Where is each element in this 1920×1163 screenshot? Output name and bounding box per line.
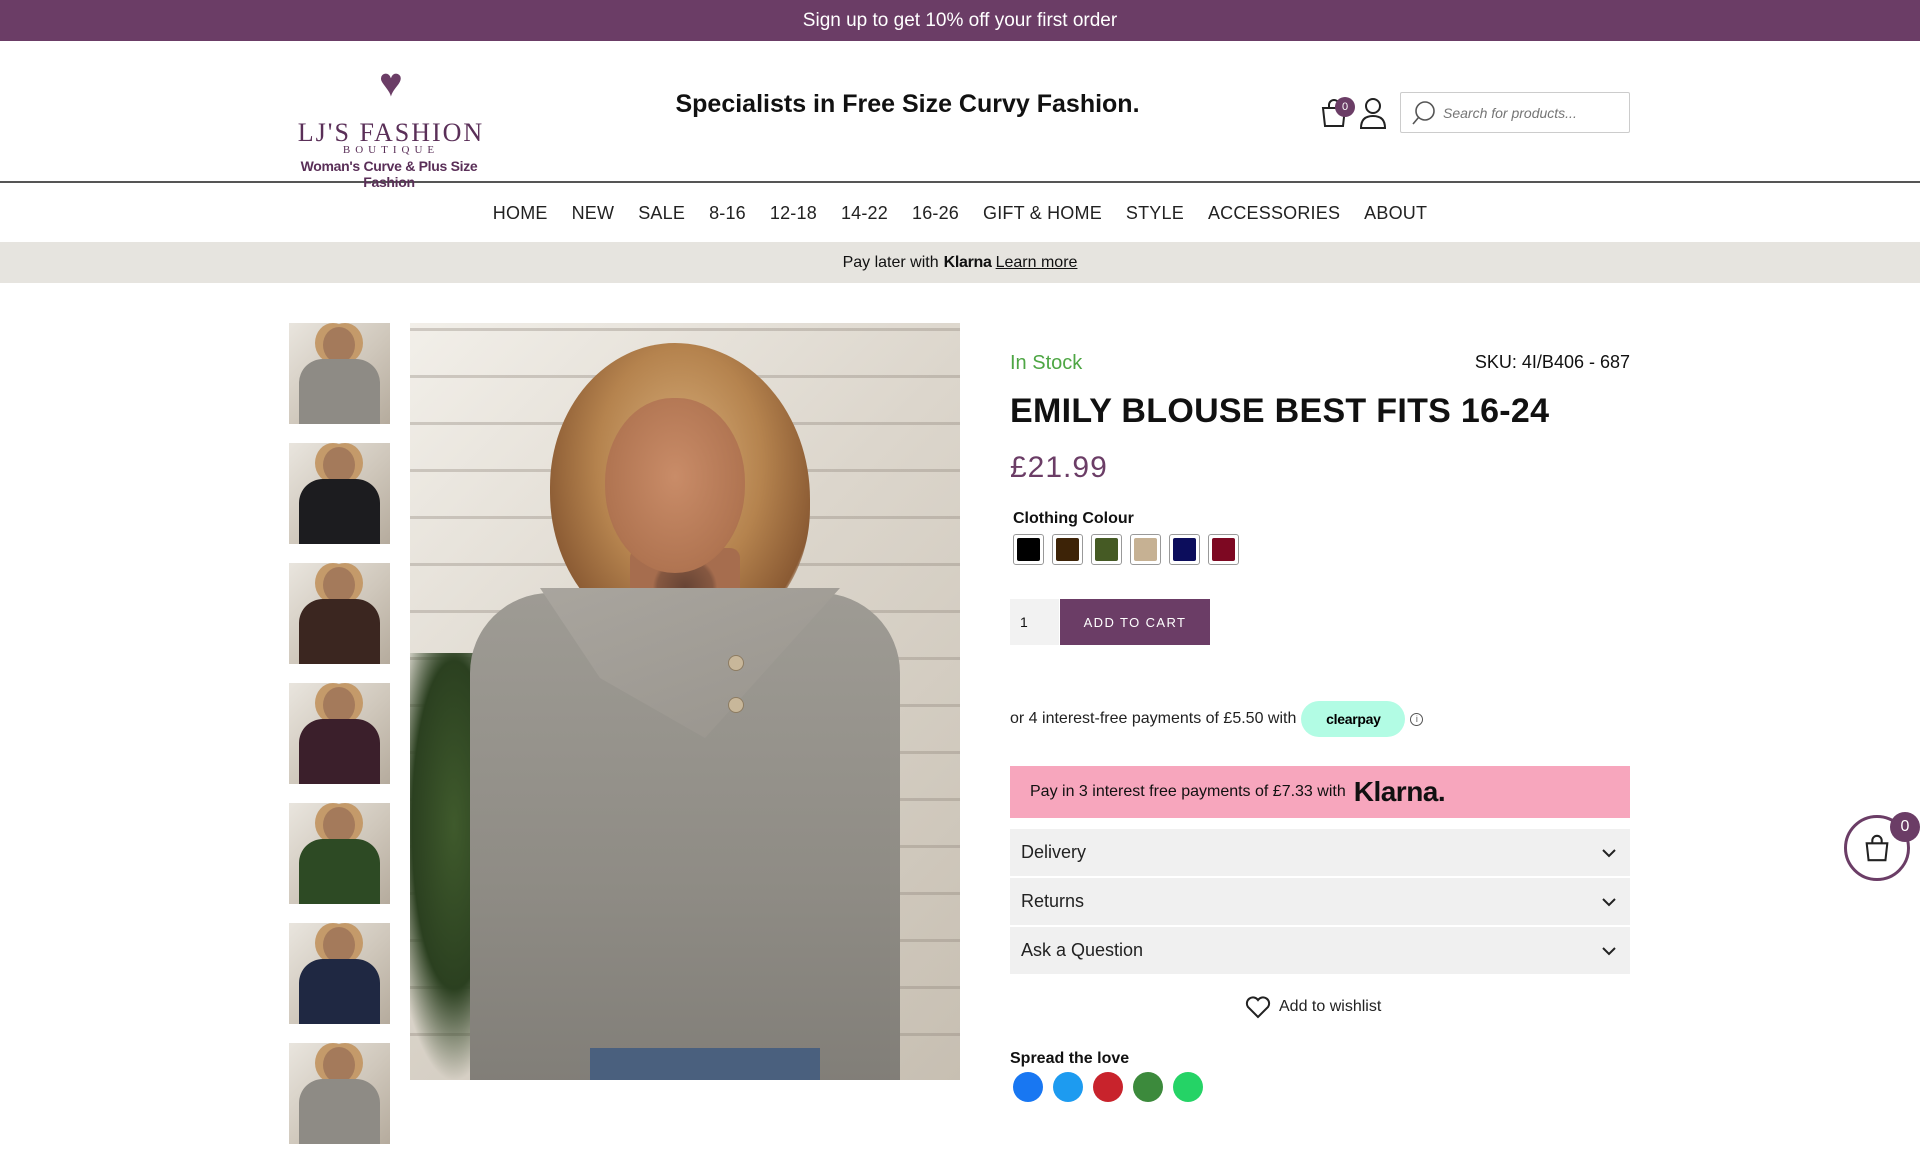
nav-item-12-18[interactable]: 12-18 — [758, 203, 829, 224]
product-thumbnail[interactable] — [289, 803, 390, 904]
logo-sub-text: BOUTIQUE — [342, 144, 440, 156]
share-buttons — [1013, 1072, 1203, 1102]
twitter-icon[interactable] — [1053, 1072, 1083, 1102]
quantity-input[interactable] — [1010, 599, 1059, 645]
accordion-ask-question[interactable]: Ask a Question — [1010, 927, 1630, 974]
search-input[interactable] — [1443, 104, 1623, 121]
klarna-learn-more-link[interactable]: Learn more — [996, 254, 1078, 272]
accordion-label: Ask a Question — [1021, 940, 1144, 960]
nav-item-home[interactable]: HOME — [481, 203, 560, 224]
search-box[interactable] — [1400, 92, 1630, 133]
cart-count-badge: 0 — [1335, 97, 1355, 117]
nav-item-new[interactable]: NEW — [560, 203, 627, 224]
clearpay-text: or 4 interest-free payments of £5.50 wit… — [1010, 710, 1297, 727]
stock-status: In Stock — [1010, 352, 1083, 374]
klarna-logo: Klarna. — [1353, 776, 1446, 807]
product-thumbnail[interactable] — [289, 563, 390, 664]
accordion-returns[interactable]: Returns — [1010, 878, 1630, 925]
search-icon[interactable] — [1411, 99, 1439, 127]
swatch-wine[interactable] — [1208, 534, 1239, 565]
product-thumbnail[interactable] — [289, 443, 390, 544]
nav-item-about[interactable]: ABOUT — [1352, 203, 1439, 224]
swatch-brown[interactable] — [1052, 534, 1083, 565]
nav-item-accessories[interactable]: ACCESSORIES — [1196, 203, 1352, 224]
clearpay-logo: clearpay — [1301, 701, 1406, 737]
swatch-khaki[interactable] — [1091, 534, 1122, 565]
nav-item-gift-home[interactable]: GIFT & HOME — [971, 203, 1114, 224]
pinterest-icon[interactable] — [1093, 1072, 1123, 1102]
klarna-bar-prefix: Pay later with — [842, 253, 939, 271]
announcement-bar[interactable]: Sign up to get 10% off your first order — [0, 0, 1920, 41]
facebook-icon[interactable] — [1013, 1072, 1043, 1102]
user-icon — [1359, 98, 1387, 129]
swatch-black[interactable] — [1013, 534, 1044, 565]
product-sku: SKU: 4I/B406 - 687 — [1474, 352, 1630, 372]
main-product-image[interactable] — [410, 323, 960, 1080]
colour-swatches — [1013, 534, 1239, 565]
header-tagline: Specialists in Free Size Curvy Fashion. — [675, 90, 1140, 118]
account-button[interactable] — [1358, 96, 1388, 130]
add-to-wishlist-button[interactable]: Add to wishlist — [1245, 995, 1381, 1019]
main-navigation: HOME NEW SALE 8-16 12-18 14-22 16-26 GIF… — [0, 185, 1920, 241]
product-thumbnail[interactable] — [289, 683, 390, 784]
chevron-down-icon — [1602, 897, 1616, 906]
site-logo[interactable]: ♥ LJ'S FASHION BOUTIQUE Woman's Curve & … — [289, 61, 499, 190]
product-title: EMILY BLOUSE BEST FITS 16-24 — [1010, 392, 1550, 430]
nav-item-16-26[interactable]: 16-26 — [900, 203, 971, 224]
klarna-logo: Klarna — [943, 253, 992, 271]
nav-item-sale[interactable]: SALE — [626, 203, 697, 224]
chevron-down-icon — [1602, 946, 1616, 955]
accordion-label: Delivery — [1021, 842, 1087, 862]
klarna-promo-bar: Pay later with Klarna Learn more — [0, 242, 1920, 283]
accordion-delivery[interactable]: Delivery — [1010, 829, 1630, 876]
thumbnail-gallery — [289, 323, 390, 1163]
klarna-payment-text: Pay in 3 interest free payments of £7.33… — [1030, 783, 1346, 800]
swatch-navy[interactable] — [1169, 534, 1200, 565]
whatsapp-icon[interactable] — [1173, 1072, 1203, 1102]
clearpay-message: or 4 interest-free payments of £5.50 wit… — [1010, 701, 1424, 737]
product-info-accordion: Delivery Returns Ask a Question — [1010, 829, 1630, 976]
colour-label: Clothing Colour — [1013, 510, 1134, 527]
share-heading: Spread the love — [1010, 1050, 1130, 1067]
product-price: £21.99 — [1010, 451, 1108, 484]
shopping-bag-icon — [1865, 834, 1889, 862]
announcement-text[interactable]: Sign up to get 10% off your first order — [803, 10, 1117, 32]
product-thumbnail[interactable] — [289, 323, 390, 424]
nav-item-14-22[interactable]: 14-22 — [829, 203, 900, 224]
floating-cart-count: 0 — [1890, 812, 1920, 842]
klarna-payment-message: Pay in 3 interest free payments of £7.33… — [1010, 766, 1630, 818]
email-share-icon[interactable] — [1133, 1072, 1163, 1102]
site-header: ♥ LJ'S FASHION BOUTIQUE Woman's Curve & … — [0, 41, 1920, 190]
heart-icon: ♥ — [379, 61, 403, 105]
product-thumbnail[interactable] — [289, 923, 390, 1024]
product-thumbnail[interactable] — [289, 1043, 390, 1144]
accordion-label: Returns — [1021, 891, 1085, 911]
wishlist-label: Add to wishlist — [1279, 998, 1382, 1015]
heart-icon — [1245, 996, 1271, 1019]
info-icon[interactable]: i — [1410, 712, 1424, 726]
nav-item-8-16[interactable]: 8-16 — [697, 203, 758, 224]
add-to-cart-button[interactable]: ADD TO CART — [1060, 599, 1210, 645]
swatch-stone[interactable] — [1130, 534, 1161, 565]
chevron-down-icon — [1602, 848, 1616, 857]
nav-item-style[interactable]: STYLE — [1114, 203, 1196, 224]
